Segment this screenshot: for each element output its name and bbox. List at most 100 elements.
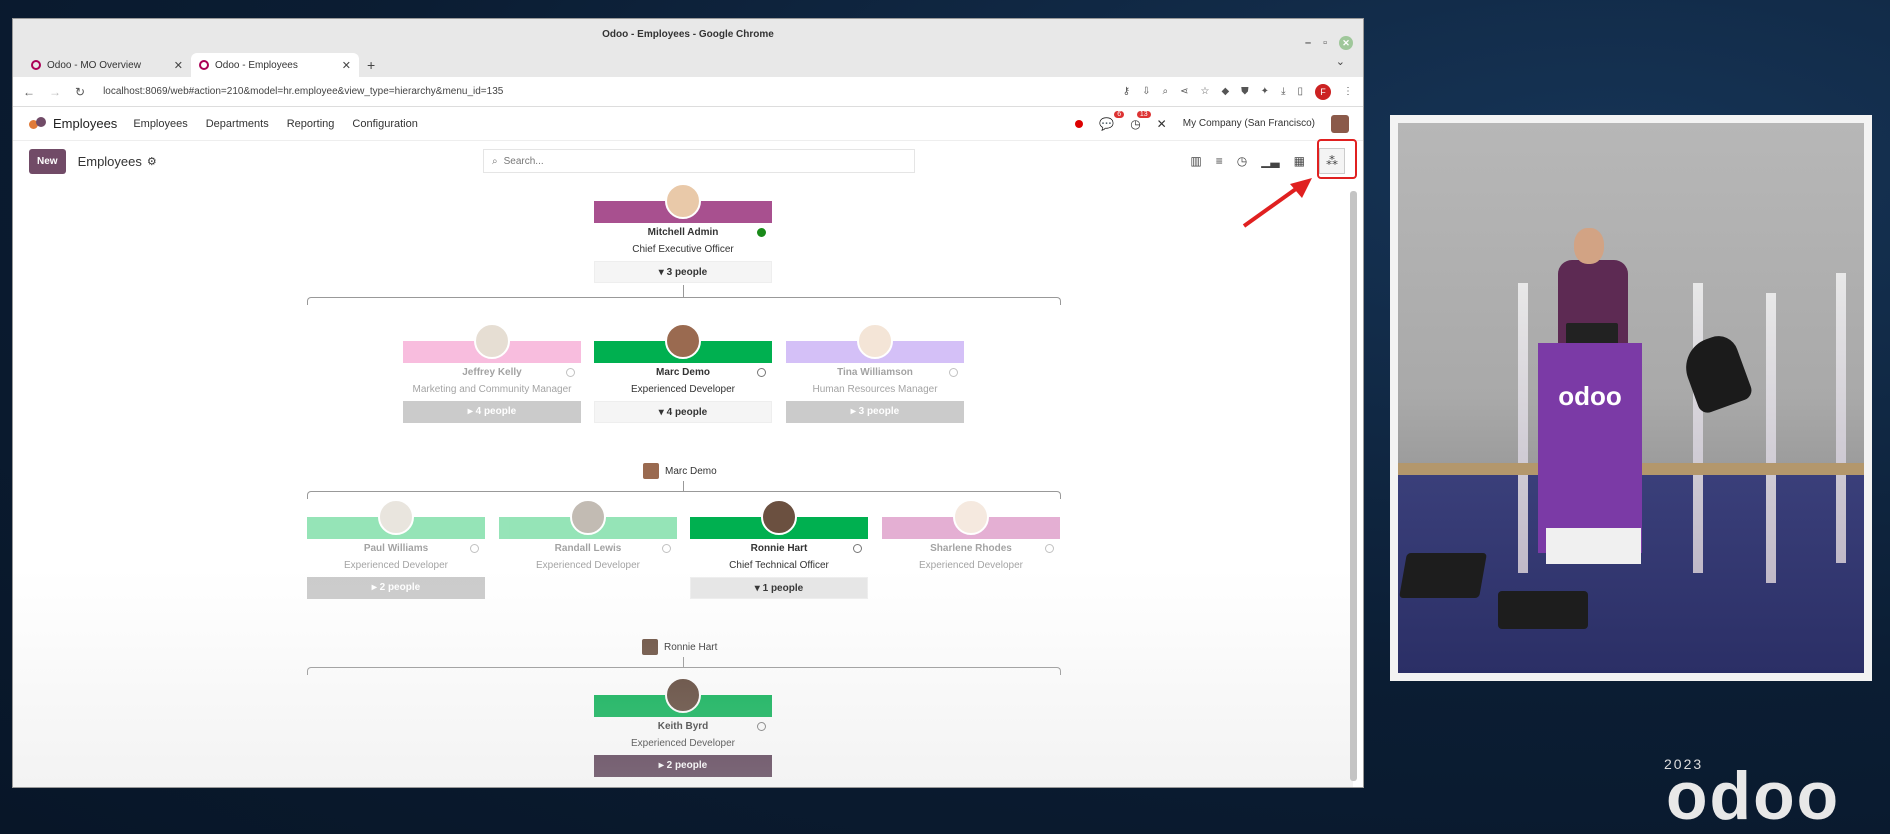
tab-close-icon[interactable]: ✕ — [174, 59, 183, 72]
messages-icon[interactable]: 💬 6 — [1099, 110, 1125, 131]
subordinates-button[interactable]: ▾ 1 people — [690, 577, 868, 599]
odoo-favicon-icon — [199, 60, 209, 70]
activities-badge: 13 — [1136, 110, 1151, 118]
employee-card-ronnie-hart[interactable]: Ronnie Hart Chief Technical Officer ▾ 1 … — [690, 499, 868, 599]
user-avatar[interactable] — [1331, 114, 1349, 133]
new-tab-icon[interactable]: + — [367, 57, 375, 73]
reload-icon[interactable]: ↻ — [75, 85, 85, 99]
menu-reporting[interactable]: Reporting — [287, 118, 335, 130]
status-dot — [1045, 544, 1054, 553]
share-icon[interactable]: ⋖ — [1180, 86, 1188, 97]
tab-employees[interactable]: Odoo - Employees ✕ — [191, 53, 359, 77]
forward-icon[interactable]: → — [49, 85, 61, 99]
status-dot — [470, 544, 479, 553]
employee-job: Experienced Developer — [631, 738, 735, 749]
subordinates-button[interactable]: ▸ 2 people — [594, 755, 772, 777]
kanban-view-icon[interactable]: ▥ — [1190, 154, 1201, 168]
podium-base — [1546, 528, 1641, 564]
employee-card-marc-demo[interactable]: Marc Demo Experienced Developer ▾ 4 peop… — [594, 323, 772, 423]
browser-toolbar-icons: ⚷ ⇩ ⌕ ⋖ ☆ ◆ ⛊ ✦ ⤓ ▯ F ⋮ — [1123, 83, 1353, 100]
pivot-view-icon[interactable]: ▦ — [1294, 154, 1305, 168]
list-view-icon[interactable]: ≡ — [1216, 154, 1223, 168]
browser-window: Odoo - Employees - Google Chrome – ▫ ✕ O… — [12, 18, 1364, 788]
employee-job: Chief Technical Officer — [729, 560, 829, 571]
subordinates-button[interactable]: ▸ 4 people — [403, 401, 581, 423]
group-label-ronnie-hart: Ronnie Hart — [642, 639, 717, 655]
star-icon[interactable]: ☆ — [1201, 86, 1210, 97]
tab-close-icon[interactable]: ✕ — [342, 59, 351, 72]
employee-name: Mitchell Admin — [647, 227, 719, 238]
tab-search-chevron-icon[interactable]: ⌄ — [1336, 55, 1345, 68]
odoo-logo: odoo — [1666, 758, 1841, 834]
podium — [1538, 343, 1642, 553]
status-dot — [949, 368, 958, 377]
menu-configuration[interactable]: Configuration — [352, 118, 417, 130]
employee-name: Randall Lewis — [554, 543, 622, 554]
graph-view-icon[interactable]: ▁▃ — [1261, 154, 1279, 168]
group-label-text: Ronnie Hart — [664, 641, 718, 653]
kebab-menu-icon[interactable]: ⋮ — [1343, 86, 1353, 97]
employees-app-icon[interactable] — [29, 116, 47, 131]
extension-icon[interactable]: ◆ — [1221, 86, 1229, 97]
close-icon[interactable]: ✕ — [1339, 36, 1353, 50]
subordinates-button[interactable]: ▾ 4 people — [594, 401, 772, 423]
stage-monitor — [1399, 553, 1487, 598]
status-dot — [566, 368, 575, 377]
activity-view-icon[interactable]: ◷ — [1237, 154, 1247, 168]
subordinates-count: 2 people — [379, 582, 421, 593]
search-placeholder: Search... — [503, 155, 544, 167]
shield-icon[interactable]: ⛊ — [1241, 86, 1249, 97]
back-icon[interactable]: ← — [23, 85, 35, 99]
employee-name: Ronnie Hart — [750, 543, 808, 554]
install-icon[interactable]: ⇩ — [1142, 86, 1150, 97]
search-icon: ⌕ — [492, 155, 498, 167]
download-icon[interactable]: ⤓ — [1281, 86, 1285, 97]
stage-monitor — [1498, 591, 1588, 629]
subordinates-button[interactable]: ▾ 3 people — [594, 261, 772, 283]
control-panel: New Employees ⚙ ⌕ Search... ▥ ≡ ◷ ▁▃ ▦ ⁂ — [13, 139, 1363, 181]
debug-tools-icon[interactable]: ✕ — [1157, 117, 1167, 131]
employee-card-mitchell-admin[interactable]: Mitchell Admin Chief Executive Officer ▾… — [594, 183, 772, 283]
employee-card-tina-williamson[interactable]: Tina Williamson Human Resources Manager … — [786, 323, 964, 423]
subordinates-count: 4 people — [475, 406, 517, 417]
menu-departments[interactable]: Departments — [206, 118, 269, 130]
avatar — [643, 463, 659, 479]
gear-icon[interactable]: ⚙ — [147, 155, 157, 168]
avatar — [378, 499, 414, 535]
employee-name: Jeffrey Kelly — [462, 367, 522, 378]
employee-job: Experienced Developer — [631, 384, 735, 395]
breadcrumb: Employees — [77, 153, 142, 169]
activities-icon[interactable]: ◷ 13 — [1130, 110, 1151, 131]
url-input[interactable]: localhost:8069/web#action=210&model=hr.e… — [103, 86, 1109, 97]
profile-avatar[interactable]: F — [1315, 83, 1331, 100]
sidepanel-icon[interactable]: ▯ — [1297, 86, 1303, 97]
connector-line — [683, 285, 684, 297]
employee-card-keith-byrd[interactable]: Keith Byrd Experienced Developer ▸ 2 peo… — [594, 677, 772, 777]
employee-card-jeffrey-kelly[interactable]: Jeffrey Kelly Marketing and Community Ma… — [403, 323, 581, 423]
employee-job: Chief Executive Officer — [632, 244, 734, 255]
employee-card-sharlene-rhodes[interactable]: Sharlene Rhodes Experienced Developer — [882, 499, 1060, 571]
app-name[interactable]: Employees — [53, 116, 117, 131]
subordinates-count: 3 people — [666, 267, 708, 278]
employee-card-paul-williams[interactable]: Paul Williams Experienced Developer ▸ 2 … — [307, 499, 485, 599]
employee-card-randall-lewis[interactable]: Randall Lewis Experienced Developer — [499, 499, 677, 571]
tab-mo-overview[interactable]: Odoo - MO Overview ✕ — [23, 53, 191, 77]
moving-head-light — [1677, 330, 1755, 416]
level1-bracket — [307, 297, 1061, 305]
key-icon[interactable]: ⚷ — [1123, 86, 1130, 97]
zoom-icon[interactable]: ⌕ — [1163, 86, 1169, 97]
group-label-text: Marc Demo — [665, 465, 717, 477]
subordinates-button[interactable]: ▸ 3 people — [786, 401, 964, 423]
company-switcher[interactable]: My Company (San Francisco) — [1183, 118, 1315, 129]
recording-icon[interactable] — [1075, 119, 1084, 128]
new-button[interactable]: New — [29, 148, 66, 174]
search-input[interactable]: ⌕ Search... — [483, 149, 915, 173]
subordinates-count: 3 people — [858, 406, 900, 417]
hierarchy-view: Mitchell Admin Chief Executive Officer ▾… — [13, 181, 1353, 787]
employee-job: Human Resources Manager — [812, 384, 938, 395]
puzzle-icon[interactable]: ✦ — [1261, 86, 1269, 97]
navbar-systray: 💬 6 ◷ 13 ✕ My Company (San Francisco) — [1075, 110, 1349, 133]
scrollbar[interactable] — [1350, 191, 1357, 781]
menu-employees[interactable]: Employees — [133, 118, 187, 130]
subordinates-button[interactable]: ▸ 2 people — [307, 577, 485, 599]
